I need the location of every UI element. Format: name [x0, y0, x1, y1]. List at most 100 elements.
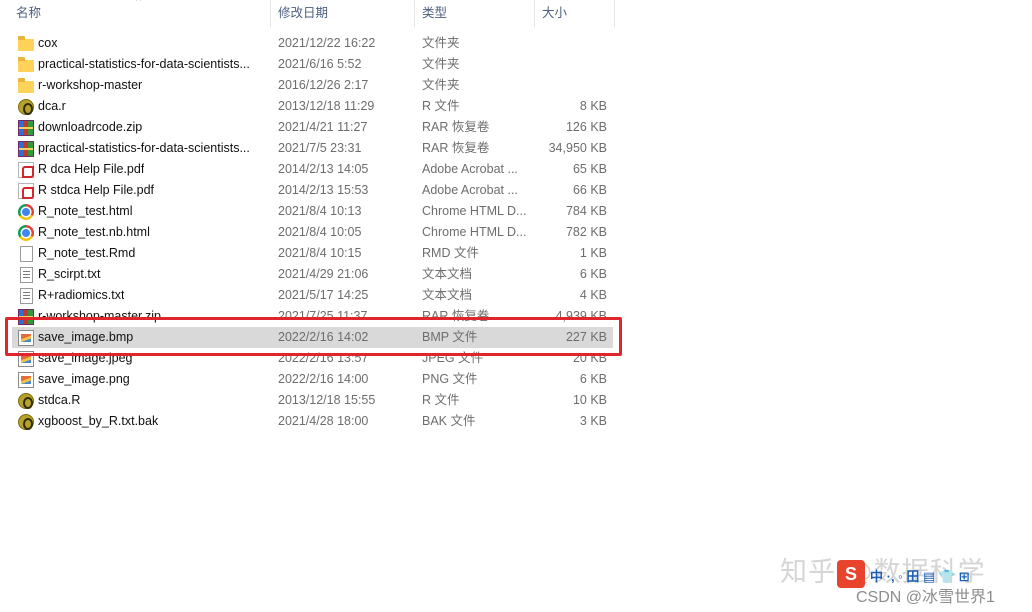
file-modified-date: 2021/4/28 18:00 — [278, 414, 369, 428]
file-size: 6 KB — [579, 267, 607, 281]
file-name: R stdca Help File.pdf — [38, 183, 155, 197]
file-size: 8 KB — [579, 99, 607, 113]
file-name: R_note_test.html — [38, 204, 133, 218]
file-row[interactable]: practical-statistics-for-data-scientists… — [12, 54, 613, 75]
file-size: 784 KB — [565, 204, 607, 218]
file-modified-date: 2021/4/29 21:06 — [278, 267, 369, 281]
file-size: 6 KB — [579, 372, 607, 386]
file-type: Adobe Acrobat ... — [422, 183, 518, 197]
file-row[interactable]: xgboost_by_R.txt.bak 2021/4/28 18:00 BAK 文… — [12, 411, 613, 432]
file-size: 4 KB — [579, 288, 607, 302]
file-name: downloadrcode.zip — [38, 120, 143, 134]
folder-icon — [18, 36, 34, 51]
r-file-icon — [18, 99, 34, 115]
file-size: 65 KB — [572, 162, 607, 176]
file-name: practical-statistics-for-data-scientists… — [38, 57, 250, 71]
file-type: PNG 文件 — [422, 372, 478, 386]
file-row[interactable]: cox 2021/12/22 16:22 文件夹 — [12, 33, 613, 54]
file-name: stdca.R — [38, 393, 81, 407]
file-size: 34,950 KB — [548, 141, 607, 155]
text-document-icon — [20, 267, 33, 283]
file-modified-date: 2014/2/13 14:05 — [278, 162, 369, 176]
blank-document-icon — [20, 246, 33, 262]
file-type: R 文件 — [422, 393, 460, 407]
file-row[interactable]: practical-statistics-for-data-scientists… — [12, 138, 613, 159]
column-header-modified[interactable]: 修改日期 — [270, 0, 414, 27]
file-size: 126 KB — [565, 120, 607, 134]
file-size: 3 KB — [579, 414, 607, 428]
image-file-icon — [18, 372, 34, 388]
file-size: 1 KB — [579, 246, 607, 260]
file-modified-date: 2014/2/13 15:53 — [278, 183, 369, 197]
folder-icon — [18, 78, 34, 93]
r-file-icon — [18, 393, 34, 409]
file-name: save_image.png — [38, 372, 130, 386]
file-row[interactable]: R dca Help File.pdf 2014/2/13 14:05 Adobe … — [12, 159, 613, 180]
file-modified-date: 2021/8/4 10:15 — [278, 246, 362, 260]
file-modified-date: 2021/4/21 11:27 — [278, 120, 368, 134]
file-modified-date: 2021/12/22 16:22 — [278, 36, 376, 50]
rar-archive-icon — [18, 120, 34, 136]
file-name: dca.r — [38, 99, 66, 113]
file-type: RMD 文件 — [422, 246, 479, 260]
column-header-type[interactable]: 类型 — [414, 0, 534, 27]
file-type: Chrome HTML D... — [422, 225, 527, 239]
file-name: practical-statistics-for-data-scientists… — [38, 141, 250, 155]
file-row[interactable]: R_note_test.nb.html 2021/8/4 10:05 Chrome … — [12, 222, 613, 243]
file-name: R+radiomics.txt — [38, 288, 125, 302]
column-divider[interactable] — [614, 0, 615, 27]
text-document-icon — [20, 288, 33, 304]
file-name: cox — [38, 36, 58, 50]
file-name: R_note_test.nb.html — [38, 225, 150, 239]
file-modified-date: 2016/12/26 2:17 — [278, 78, 369, 92]
file-row[interactable]: R+radiomics.txt 2021/5/17 14:25 文本文档 4 KB — [12, 285, 613, 306]
file-type: R 文件 — [422, 99, 460, 113]
file-row[interactable]: R_note_test.html 2021/8/4 10:13 Chrome HTM… — [12, 201, 613, 222]
file-type: RAR 恢复卷 — [422, 120, 490, 134]
pdf-icon — [18, 162, 34, 178]
file-row[interactable]: dca.r 2013/12/18 11:29 R 文件 8 KB — [12, 96, 613, 117]
column-header-size[interactable]: 大小 — [534, 0, 614, 27]
file-type: 文件夹 — [422, 78, 460, 92]
file-modified-date: 2021/8/4 10:05 — [278, 225, 362, 239]
file-modified-date: 2022/2/16 14:00 — [278, 372, 369, 386]
rar-archive-icon — [18, 141, 34, 157]
column-header-bar: 名称 ^ 修改日期 类型 大小 — [0, 0, 616, 27]
file-type: 文件夹 — [422, 36, 460, 50]
file-type: 文本文档 — [422, 288, 473, 302]
file-type: 文本文档 — [422, 267, 473, 281]
file-size: 10 KB — [572, 393, 607, 407]
file-modified-date: 2013/12/18 11:29 — [278, 99, 375, 113]
file-name: R_scirpt.txt — [38, 267, 101, 281]
file-row[interactable]: R_note_test.Rmd 2021/8/4 10:15 RMD 文件 1 KB — [12, 243, 613, 264]
chrome-icon — [18, 204, 34, 220]
chrome-icon — [18, 225, 34, 241]
file-type: BAK 文件 — [422, 414, 476, 428]
file-row[interactable]: R_scirpt.txt 2021/4/29 21:06 文本文档 6 KB — [12, 264, 613, 285]
file-type: 文件夹 — [422, 57, 460, 71]
red-highlight-annotation — [5, 317, 622, 356]
r-file-icon — [18, 414, 34, 430]
file-name: r-workshop-master — [38, 78, 143, 92]
file-row[interactable]: downloadrcode.zip 2021/4/21 11:27 RAR 恢复卷 1… — [12, 117, 613, 138]
file-row[interactable]: R stdca Help File.pdf 2014/2/13 15:53 Adob… — [12, 180, 613, 201]
file-row[interactable]: save_image.png 2022/2/16 14:00 PNG 文件 6 KB — [12, 369, 613, 390]
watermark: 知乎 @数据科学 S 中 ·, ◦ 田 ▤ 👕 ⊞ CSDN @冰雪世界1 — [780, 548, 1030, 612]
file-row[interactable]: stdca.R 2013/12/18 15:55 R 文件 10 KB — [12, 390, 613, 411]
file-modified-date: 2021/6/16 5:52 — [278, 57, 362, 71]
file-type: Adobe Acrobat ... — [422, 162, 518, 176]
file-size: 66 KB — [572, 183, 607, 197]
file-modified-date: 2021/7/5 23:31 — [278, 141, 362, 155]
file-size: 782 KB — [565, 225, 607, 239]
folder-icon — [18, 57, 34, 72]
file-modified-date: 2021/8/4 10:13 — [278, 204, 362, 218]
file-modified-date: 2013/12/18 15:55 — [278, 393, 376, 407]
file-modified-date: 2021/5/17 14:25 — [278, 288, 369, 302]
file-type: RAR 恢复卷 — [422, 141, 490, 155]
sort-ascending-icon: ^ — [136, 0, 142, 7]
pdf-icon — [18, 183, 34, 199]
file-row[interactable]: r-workshop-master 2016/12/26 2:17 文件夹 — [12, 75, 613, 96]
csdn-watermark: CSDN @冰雪世界1 — [856, 589, 995, 606]
file-name: R dca Help File.pdf — [38, 162, 145, 176]
file-type: Chrome HTML D... — [422, 204, 527, 218]
